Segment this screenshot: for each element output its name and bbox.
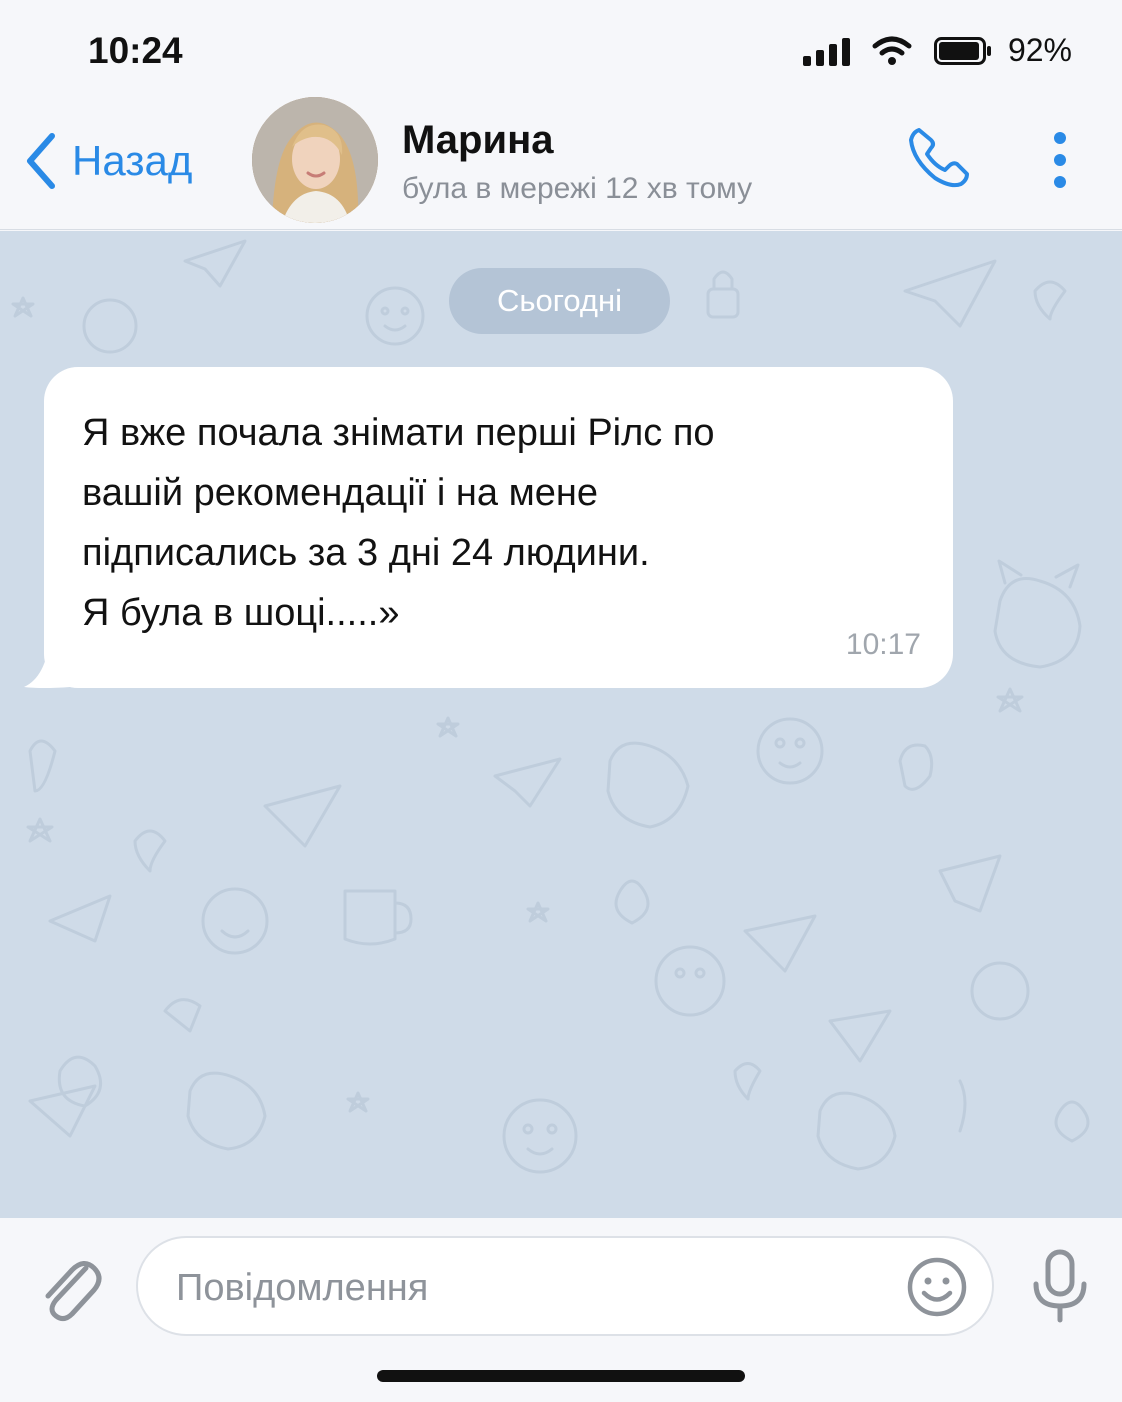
avatar-photo — [252, 97, 378, 223]
message-line: вашій рекомендації і на мене — [82, 472, 598, 514]
chat-header: Назад Марина була в мережі 12 хв тому — [0, 97, 1122, 230]
message-composer — [0, 1218, 1122, 1402]
attach-button[interactable] — [36, 1248, 102, 1329]
call-button[interactable] — [905, 124, 973, 197]
chat-area[interactable]: Сьогодні Я вже почала знімати перші Рілс… — [0, 231, 1122, 1218]
status-indicators: 92% — [802, 32, 1072, 69]
message-text: Я вже почала знімати перші Рілс по вашій… — [82, 403, 902, 643]
back-button[interactable]: Назад — [24, 132, 192, 190]
wifi-icon — [872, 36, 912, 65]
message-line: Я була в шоці.....» — [82, 592, 400, 634]
home-indicator[interactable] — [377, 1370, 745, 1382]
mic-button[interactable] — [1030, 1248, 1090, 1329]
paperclip-icon — [45, 1261, 102, 1322]
message-timestamp: 10:17 — [845, 628, 921, 661]
cellular-signal-icon — [802, 36, 850, 66]
message-field[interactable] — [136, 1236, 994, 1336]
message-bubble[interactable]: Я вже почала знімати перші Рілс по вашій… — [44, 367, 953, 688]
contact-name[interactable]: Марина — [402, 118, 553, 163]
message-input[interactable] — [176, 1262, 876, 1314]
date-separator: Сьогодні — [449, 268, 670, 334]
message-line: підписались за 3 дні 24 людини. — [82, 532, 650, 574]
contact-last-seen: була в мережі 12 хв тому — [402, 172, 753, 205]
emoji-icon — [907, 1257, 967, 1317]
emoji-button[interactable] — [906, 1256, 968, 1323]
battery-icon — [933, 36, 991, 65]
back-label: Назад — [72, 137, 193, 184]
microphone-icon — [1033, 1249, 1087, 1323]
battery-percent: 92% — [1007, 32, 1072, 68]
more-vertical-icon — [1054, 132, 1066, 188]
status-bar: 10:24 92% — [0, 0, 1122, 100]
phone-icon — [909, 128, 969, 188]
message-line: Я вже почала знімати перші Рілс по — [82, 412, 715, 454]
chevron-left-icon — [27, 133, 55, 189]
avatar[interactable] — [252, 97, 378, 223]
status-time: 10:24 — [88, 30, 183, 71]
more-button[interactable] — [1040, 130, 1080, 195]
